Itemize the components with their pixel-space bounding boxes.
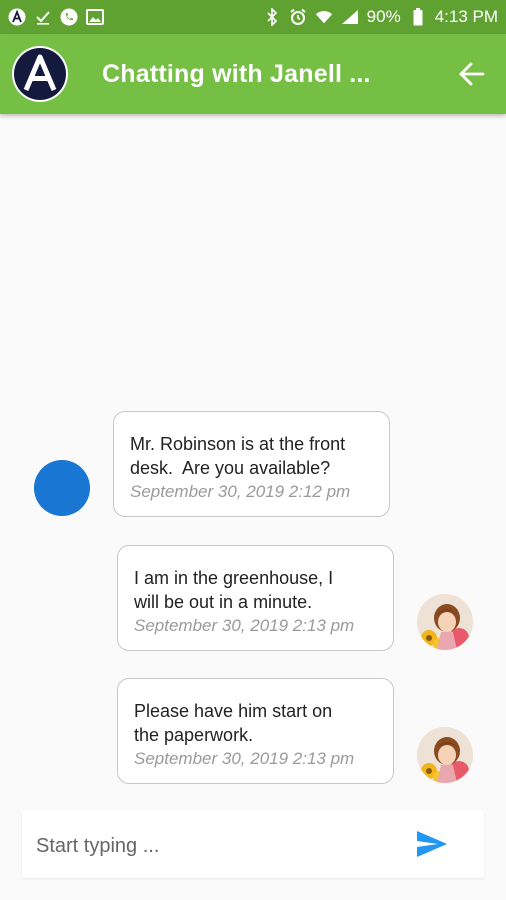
user-avatar-image	[417, 594, 473, 650]
battery-percent: 90%	[366, 7, 401, 26]
message-bubble: I am in the greenhouse, I will be out in…	[117, 545, 394, 651]
arrow-back-icon	[459, 62, 485, 86]
user-avatar[interactable]	[417, 727, 473, 783]
sender-avatar[interactable]	[34, 460, 90, 516]
user-avatar[interactable]	[417, 594, 473, 650]
alarm-icon	[289, 8, 307, 26]
send-button[interactable]	[414, 828, 450, 860]
phone-icon	[60, 8, 78, 26]
cell-signal-icon	[341, 8, 359, 26]
page-title: Chatting with Janell ...	[102, 60, 371, 88]
message-composer	[22, 810, 484, 878]
status-bar-system: 90% 4:13 PM	[263, 7, 498, 27]
bluetooth-icon	[263, 8, 281, 26]
message-text: Mr. Robinson is at the front desk. Are y…	[130, 434, 346, 478]
message-timestamp: September 30, 2019 2:13 pm	[134, 616, 355, 635]
app-logo-icon	[14, 48, 66, 100]
message-bubble: Please have him start on the paperwork. …	[117, 678, 394, 784]
battery-icon	[409, 8, 427, 26]
back-button[interactable]	[456, 58, 488, 90]
message-timestamp: September 30, 2019 2:13 pm	[134, 749, 355, 768]
user-avatar-image	[417, 727, 473, 783]
image-icon	[86, 8, 104, 26]
app-logo	[12, 46, 68, 102]
message-text: I am in the greenhouse, I will be out in…	[134, 568, 334, 612]
send-icon	[417, 831, 447, 857]
message-text: Please have him start on the paperwork.	[134, 701, 333, 745]
message-bubble: Mr. Robinson is at the front desk. Are y…	[113, 411, 390, 517]
wifi-icon	[315, 8, 333, 26]
status-bar: 90% 4:13 PM	[0, 0, 506, 34]
app-logo-notification-icon	[8, 8, 26, 26]
clock-time: 4:13 PM	[434, 7, 498, 26]
message-input[interactable]	[34, 830, 398, 862]
status-bar-notifications	[8, 8, 104, 26]
download-done-icon	[34, 8, 52, 26]
message-timestamp: September 30, 2019 2:12 pm	[130, 482, 351, 501]
app-bar: Chatting with Janell ...	[0, 34, 506, 114]
